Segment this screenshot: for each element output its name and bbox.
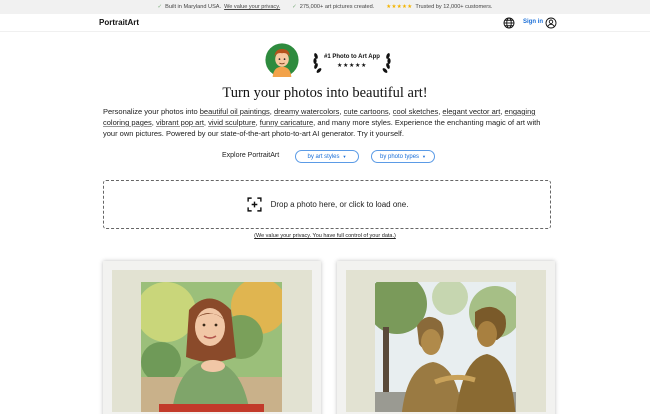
frame-mat [112, 270, 312, 412]
announcement-text: Built in Maryland USA. [165, 4, 222, 10]
style-link[interactable]: dreamy watercolors [274, 107, 339, 116]
add-photo-icon [246, 197, 262, 212]
dropzone-text: Drop a photo here, or click to load one. [270, 200, 409, 209]
bronze-sculpture-image [375, 282, 516, 412]
brand-logo[interactable]: PortraitArt [99, 18, 139, 27]
style-link[interactable]: beautiful oil paintings [200, 107, 270, 116]
desc-intro: Personalize your photos into [103, 107, 200, 116]
gallery-frame-oil-painting[interactable] [103, 261, 321, 414]
frame-mat [346, 270, 546, 412]
page-title: Turn your photos into beautiful art! [222, 85, 428, 101]
style-link[interactable]: vibrant pop art [156, 118, 204, 127]
style-link[interactable]: cute cartoons [344, 107, 389, 116]
cartoon-avatar-icon [265, 43, 299, 77]
explore-label: Explore PortraitArt [222, 152, 280, 159]
privacy-note: (We value your privacy. You have full co… [254, 233, 396, 239]
check-icon: ✓ [292, 4, 297, 10]
user-icon[interactable] [545, 17, 557, 29]
hero-description: Personalize your photos into beautiful o… [103, 107, 541, 138]
caret-down-icon: ▼ [342, 154, 347, 159]
privacy-link[interactable]: We value your privacy. [224, 4, 280, 10]
badge-title: #1 Photo to Art App [324, 54, 380, 60]
globe-icon[interactable] [503, 17, 515, 29]
navbar: PortraitArt Sign in [0, 14, 650, 32]
laurel-wreath-icon [313, 53, 391, 73]
announcement-pictures: ✓ 275,000+ art pictures created. [292, 4, 374, 10]
art-styles-label: by art styles [307, 153, 340, 160]
style-link[interactable]: cool sketches [393, 107, 438, 116]
style-link[interactable]: funny caricature [260, 118, 313, 127]
gallery-frame-sculpture[interactable] [337, 261, 555, 414]
rating-stars: ★★★★★ [386, 4, 413, 10]
badge-stars: ★★★★★ [337, 63, 367, 69]
caret-down-icon: ▼ [422, 154, 426, 159]
oil-painting-portrait-image [141, 282, 282, 412]
photo-dropzone[interactable]: Drop a photo here, or click to load one. [103, 180, 551, 229]
check-icon: ✓ [157, 4, 163, 10]
art-styles-dropdown[interactable]: by art styles ▼ [295, 150, 359, 163]
award-badge: #1 Photo to Art App ★★★★★ [312, 47, 392, 75]
photo-types-label: by photo types [380, 153, 420, 160]
announcement-maryland: ✓ Built in Maryland USA. We value your p… [158, 4, 281, 10]
photo-types-dropdown[interactable]: by photo types ▼ [371, 150, 435, 163]
sign-in-link[interactable]: Sign in [523, 19, 543, 25]
announcement-customers: ★★★★★ Trusted by 12,000+ customers. [386, 4, 492, 10]
style-link[interactable]: vivid sculpture [208, 118, 256, 127]
announcement-text: Trusted by 12,000+ customers. [415, 4, 493, 10]
announcement-text: 275,000+ art pictures created. [299, 4, 375, 10]
style-link[interactable]: elegant vector art [442, 107, 500, 116]
announcement-bar: ✓ Built in Maryland USA. We value your p… [0, 0, 650, 14]
